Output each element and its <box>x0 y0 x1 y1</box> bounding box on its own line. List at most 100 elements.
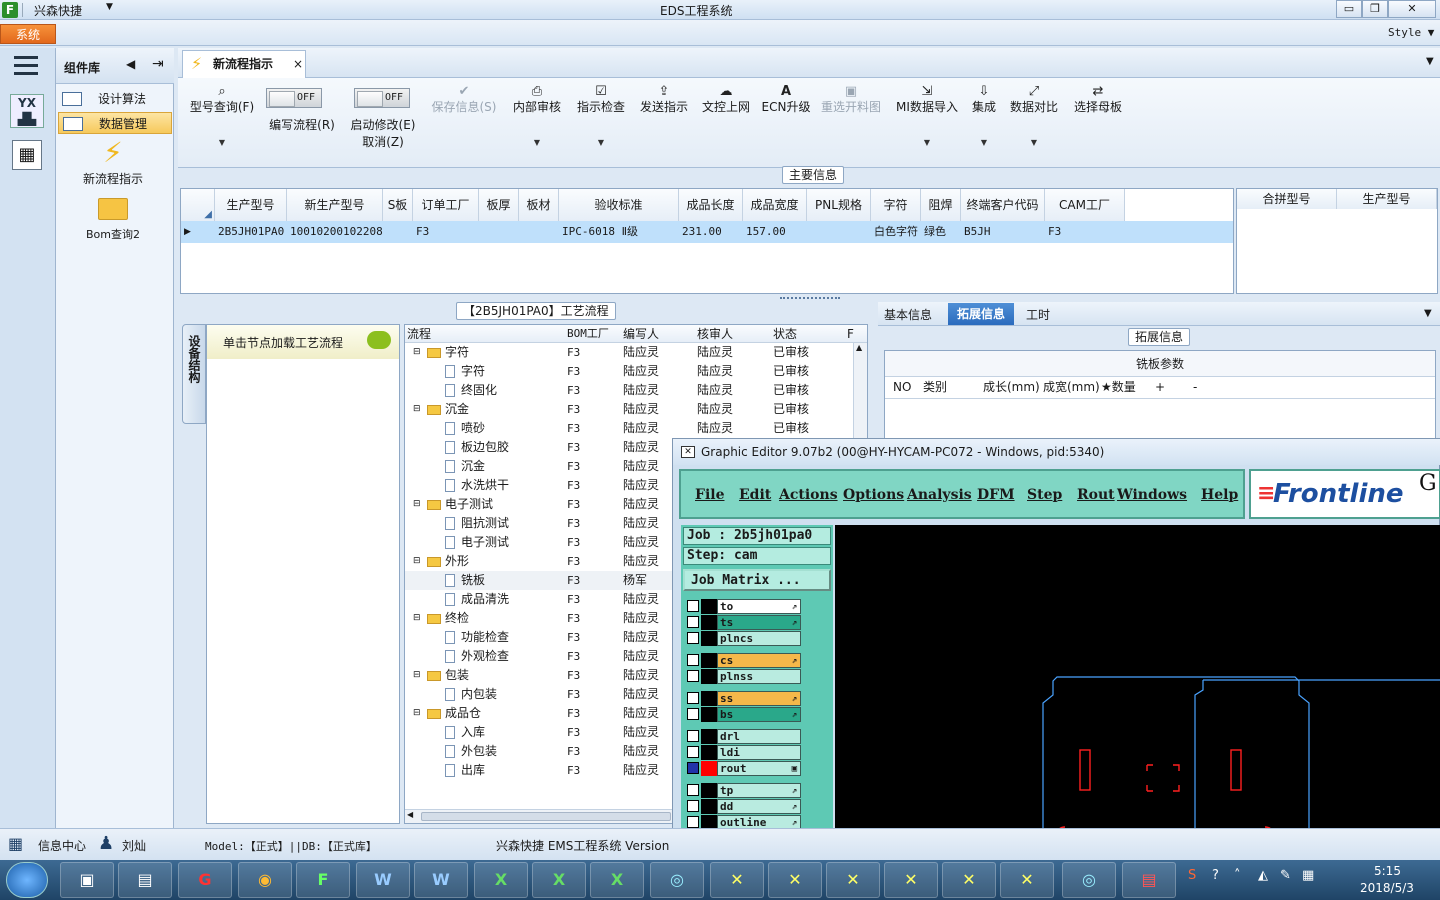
layer-name[interactable]: ts ⇗ <box>717 615 801 630</box>
layer-row[interactable]: ss ⇗ <box>687 691 801 706</box>
dropdown-arrow-icon[interactable]: ▼ <box>924 136 930 150</box>
tab-list-dropdown-icon[interactable]: ▼ <box>1426 56 1434 67</box>
dropdown-arrow-icon[interactable]: ▼ <box>598 136 604 150</box>
layer-checkbox[interactable] <box>687 654 699 666</box>
layer-checkbox[interactable] <box>687 730 699 742</box>
info-center-link[interactable]: 信息中心 <box>38 837 86 854</box>
hamburger-menu-icon[interactable] <box>14 56 38 76</box>
equipment-structure-tab[interactable]: 设备结构 <box>182 324 206 424</box>
layer-checkbox[interactable] <box>687 632 699 644</box>
column-header[interactable]: 板材 <box>519 189 559 221</box>
edit-flow-toggle[interactable]: OFF <box>266 88 322 108</box>
layer-row[interactable]: plnss <box>687 669 801 684</box>
dropdown-arrow-icon[interactable]: ▼ <box>1031 136 1037 150</box>
column-header[interactable]: 生产型号 <box>215 189 287 221</box>
layer-name[interactable]: drl <box>717 729 801 744</box>
select-mother-board-button[interactable]: ⇄ 选择母板 <box>1070 84 1126 114</box>
layer-row[interactable]: drl <box>687 729 801 744</box>
column-header[interactable]: 合拼型号 <box>1237 189 1337 209</box>
tree-node-row[interactable]: 喷砂 F3 陆应灵 陆应灵 已审核 <box>405 419 851 438</box>
add-row-button[interactable]: + <box>1155 377 1165 397</box>
data-compare-button[interactable]: ⤢ 数据对比 ▼ <box>1008 84 1060 147</box>
taskbar-shell-icon[interactable]: ◉ <box>238 862 292 898</box>
internal-review-button[interactable]: ⎙ 内部审核 ▼ <box>508 84 566 147</box>
scroll-thumb[interactable] <box>421 812 671 821</box>
calendar-app-icon[interactable]: ▦ <box>12 140 42 170</box>
tree-node-row[interactable]: 字符 F3 陆应灵 陆应灵 已审核 <box>405 362 851 381</box>
dropdown-arrow-icon[interactable]: ▼ <box>534 136 540 150</box>
layer-name[interactable]: tp ⇗ <box>717 783 801 798</box>
column-header[interactable]: 类别 <box>923 377 947 397</box>
instruction-check-button[interactable]: ☑ 指示检查 ▼ <box>572 84 630 147</box>
menu-file[interactable]: File <box>695 487 724 503</box>
layer-row[interactable]: plncs <box>687 631 801 646</box>
column-header[interactable]: NO <box>893 377 911 397</box>
layer-checkbox[interactable] <box>687 784 699 796</box>
column-header[interactable]: 成品长度 <box>679 189 743 221</box>
layer-row[interactable]: ts ⇗ <box>687 615 801 630</box>
start-button-icon[interactable] <box>6 862 48 898</box>
taskbar-x-window-icon[interactable]: ✕ <box>826 862 880 898</box>
column-header[interactable]: 生产型号 <box>1337 189 1437 209</box>
column-header[interactable]: 状态 <box>773 325 833 343</box>
integration-button[interactable]: ⇩ 集成 ▼ <box>966 84 1002 147</box>
column-header[interactable]: BOM工厂 <box>567 325 617 343</box>
layer-row[interactable]: bs ⇗ <box>687 707 801 722</box>
layer-checkbox[interactable] <box>687 692 699 704</box>
layer-checkbox[interactable] <box>687 800 699 812</box>
collapse-toggle-icon[interactable]: ⊟ <box>413 400 421 419</box>
new-process-shortcut[interactable]: ⚡ 新流程指示 <box>58 136 168 187</box>
collapse-toggle-icon[interactable]: ⊟ <box>413 552 421 571</box>
layer-checkbox[interactable] <box>687 616 699 628</box>
taskbar-eds-icon[interactable]: F <box>296 862 350 898</box>
bom-query-shortcut[interactable]: Bom查询2 <box>58 198 168 242</box>
taskbar-eye-icon[interactable]: ◎ <box>650 862 704 898</box>
menu-windows[interactable]: Windows <box>1117 487 1187 503</box>
layer-name[interactable]: ss ⇗ <box>717 691 801 706</box>
taskbar-eye-icon[interactable]: ◎ <box>1062 862 1116 898</box>
menu-rout[interactable]: Rout <box>1077 487 1115 503</box>
splitter-handle[interactable] <box>780 297 840 301</box>
column-header[interactable]: 编写人 <box>623 325 683 343</box>
column-header[interactable]: 板厚 <box>479 189 519 221</box>
collapse-arrow-icon[interactable]: ◀ <box>126 57 135 71</box>
ecn-upgrade-button[interactable]: A ECN升级 <box>758 84 814 114</box>
layer-name[interactable]: to ⇗ <box>717 599 801 614</box>
layer-row[interactable]: rout ▣ <box>687 761 801 776</box>
column-header[interactable]: 核审人 <box>697 325 757 343</box>
scroll-left-icon[interactable]: ◀ <box>407 810 413 819</box>
yx-factory-icon[interactable]: YX ▟▙ <box>10 94 44 128</box>
column-header[interactable]: ★数量 <box>1101 377 1136 397</box>
layer-row[interactable]: cs ⇗ <box>687 653 801 668</box>
layer-name[interactable]: bs ⇗ <box>717 707 801 722</box>
column-header[interactable]: F <box>847 325 857 343</box>
dropdown-arrow-icon[interactable]: ▼ <box>219 136 225 150</box>
layer-name[interactable]: dd ⇗ <box>717 799 801 814</box>
taskbar-x-window-icon[interactable]: ✕ <box>942 862 996 898</box>
tray-sogou-icon[interactable]: S <box>1188 868 1196 883</box>
tray-pen-icon[interactable]: ✎ <box>1280 868 1291 883</box>
tree-group-row[interactable]: 沉金 F3 陆应灵 陆应灵 已审核 ⊟ <box>405 400 851 419</box>
layer-row[interactable]: dd ⇗ <box>687 799 801 814</box>
column-header[interactable]: S板 <box>383 189 413 221</box>
menu-help[interactable]: Help <box>1201 487 1238 503</box>
start-edit-toggle[interactable]: OFF <box>354 88 410 108</box>
cancel-edit-label[interactable]: 取消(Z) <box>344 133 422 150</box>
pin-panel-icon[interactable]: ⇥ <box>152 56 164 72</box>
tab-work-hours[interactable]: 工时 <box>1026 306 1050 323</box>
collapse-toggle-icon[interactable]: ⊟ <box>413 704 421 723</box>
layer-name[interactable]: rout ▣ <box>717 761 801 776</box>
tab-new-process[interactable]: ⚡ 新流程指示 × <box>182 50 306 78</box>
taskbar-save-icon[interactable]: ▣ <box>60 862 114 898</box>
graphic-canvas[interactable] <box>835 525 1440 861</box>
system-tab[interactable]: 系统 <box>0 24 56 44</box>
clock-date[interactable]: 2018/5/3 <box>1360 881 1414 895</box>
collapse-toggle-icon[interactable]: ⊟ <box>413 666 421 685</box>
collapse-toggle-icon[interactable]: ⊟ <box>413 609 421 628</box>
tree-group-row[interactable]: 字符 F3 陆应灵 陆应灵 已审核 ⊟ <box>405 343 851 362</box>
taskbar-excel-icon[interactable]: X <box>532 862 586 898</box>
model-query-button[interactable]: ⌕ 型号查询(F) ▼ <box>184 84 260 147</box>
component-item-data-management[interactable]: 数据管理 <box>58 112 172 134</box>
taskbar-word-icon[interactable]: W <box>356 862 410 898</box>
column-header[interactable]: 新生产型号 <box>287 189 383 221</box>
